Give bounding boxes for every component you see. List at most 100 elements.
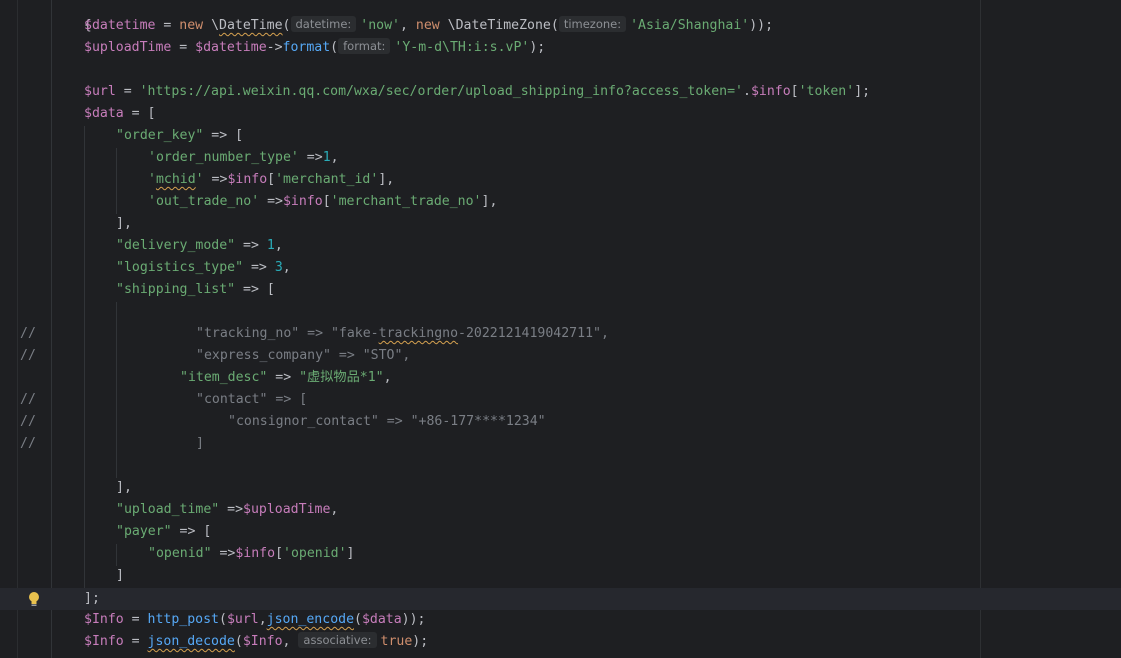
punctuation: ));: [749, 18, 774, 33]
function-name: format: [282, 40, 331, 55]
string-literal: "虚拟物品*1": [299, 370, 384, 385]
variable: $Info: [84, 634, 124, 649]
variable: $url: [84, 84, 116, 99]
operator: =>: [298, 150, 323, 165]
punctuation: ,: [330, 502, 339, 517]
string-literal: 'Y-m-d\TH:i:s.vP': [394, 40, 530, 55]
code-line-comment-express[interactable]: "express_company" => "STO",: [196, 345, 410, 367]
operator: .: [743, 84, 751, 99]
string-literal: "order_key": [116, 128, 204, 143]
code-line-upload-time[interactable]: $uploadTime = $datetime->format(format: '…: [84, 37, 545, 59]
code-line-http-post[interactable]: $Info = http_post($url,json_encode($data…: [84, 609, 426, 631]
variable: $info: [282, 194, 323, 209]
punctuation: [: [322, 194, 331, 209]
code-editor[interactable]: { $datetime = new \DateTime(datetime:'no…: [0, 0, 1121, 658]
code-line-data[interactable]: $data = [: [84, 103, 155, 125]
string-literal: mchid: [155, 172, 196, 187]
code-line-delivery-mode[interactable]: "delivery_mode" => 1,: [116, 235, 283, 257]
variable: $datetime: [84, 18, 156, 33]
param-hint: datetime:: [290, 16, 357, 32]
class-name: \DateTime(: [203, 18, 291, 33]
comment-marker: //: [20, 436, 36, 451]
string-quote: ': [148, 172, 156, 187]
variable: $data: [84, 106, 124, 121]
number-literal: 1: [322, 150, 331, 165]
code-line-openid[interactable]: "openid" =>$info['openid']: [148, 543, 355, 565]
code-line-close[interactable]: ],: [116, 213, 132, 235]
code-line-item-desc[interactable]: "item_desc" => "虚拟物品*1",: [180, 367, 392, 389]
code-line-close[interactable]: ]: [116, 565, 124, 587]
operator: =: [115, 84, 140, 99]
punctuation: ],: [116, 480, 132, 495]
code-line-datetime[interactable]: $datetime = new \DateTime(datetime:'now'…: [84, 15, 773, 37]
class-name: \DateTimeZone(: [439, 18, 559, 33]
variable: $info: [750, 84, 791, 99]
code-line-order-key[interactable]: "order_key" => [: [116, 125, 243, 147]
code-line-logistics-type[interactable]: "logistics_type" => 3,: [116, 257, 291, 279]
comment-text: "contact" => [: [196, 392, 308, 407]
code-line-comment-consignor[interactable]: "consignor_contact" => "+86-177****1234": [228, 411, 546, 433]
operator: =>: [211, 546, 236, 561]
right-margin-guide: [980, 0, 981, 658]
string-literal: 'openid': [283, 546, 347, 561]
comment-text: -2022121419042711",: [458, 326, 609, 341]
punctuation: ,: [282, 260, 291, 275]
string-literal: 'out_trade_no': [148, 194, 260, 209]
current-line-highlight: [0, 588, 1121, 610]
lightbulb-icon[interactable]: [26, 590, 42, 608]
code-line-upload-time-key[interactable]: "upload_time" =>$uploadTime,: [116, 499, 338, 521]
code-line-payer[interactable]: "payer" => [: [116, 521, 211, 543]
function-name: json_encode: [266, 612, 355, 627]
operator: =>: [203, 172, 228, 187]
operator: =>: [235, 238, 267, 253]
code-line-order-number-type[interactable]: 'order_number_type' =>1,: [148, 147, 339, 169]
operator: =: [123, 634, 148, 649]
variable: $url: [226, 612, 259, 627]
punctuation: ];: [854, 84, 871, 99]
code-line[interactable]: {: [52, 0, 92, 33]
indent-guide: [51, 0, 52, 658]
comment-marker: //: [20, 326, 36, 341]
code-line-json-decode[interactable]: $Info = json_decode($Info, associative: t…: [84, 631, 428, 653]
operator: =>: [219, 502, 244, 517]
string-literal: 'merchant_id': [275, 172, 379, 187]
punctuation: ],: [481, 194, 498, 209]
punctuation: [: [790, 84, 799, 99]
operator: ->: [266, 40, 283, 55]
operator: => [: [235, 282, 275, 297]
string-literal: "item_desc": [180, 370, 268, 385]
function-name: json_decode: [147, 634, 235, 649]
variable: $uploadTime: [243, 502, 331, 517]
code-line-shipping-list[interactable]: "shipping_list" => [: [116, 279, 275, 301]
string-literal: 'order_number_type': [148, 150, 299, 165]
code-line-close[interactable]: ],: [116, 477, 132, 499]
code-line-url[interactable]: $url = 'https://api.weixin.qq.com/wxa/se…: [84, 81, 870, 103]
punctuation: [: [275, 546, 284, 561]
operator: =: [171, 40, 196, 55]
separator: ,: [400, 18, 416, 33]
operator: =: [123, 612, 148, 627]
string-quote: ': [195, 172, 204, 187]
variable: $Info: [84, 612, 124, 627]
punctuation: ,: [383, 370, 392, 385]
code-line-close-data[interactable]: ];: [84, 588, 100, 610]
punctuation: (: [330, 40, 339, 55]
operator: =: [155, 18, 180, 33]
variable: $uploadTime: [84, 40, 172, 55]
indent-guide: [116, 302, 117, 478]
punctuation: ],: [116, 216, 132, 231]
operator: = [: [123, 106, 156, 121]
variable: $Info: [242, 634, 283, 649]
code-line-out-trade-no[interactable]: 'out_trade_no' =>$info['merchant_trade_n…: [148, 191, 497, 213]
punctuation: ]: [346, 546, 355, 561]
punctuation: ,: [330, 150, 339, 165]
string-literal: "upload_time": [116, 502, 220, 517]
string-literal: "payer": [116, 524, 172, 539]
code-line-mchid[interactable]: 'mchid' =>$info['merchant_id'],: [148, 169, 394, 191]
punctuation: (: [354, 612, 362, 627]
code-line-comment-close[interactable]: ]: [196, 433, 204, 455]
code-line-comment-contact[interactable]: "contact" => [: [196, 389, 307, 411]
comment-marker: //: [20, 348, 36, 363]
comment-text: "tracking_no" => "fake-: [196, 326, 379, 341]
code-line-comment-tracking[interactable]: "tracking_no" => "fake-trackingno-202212…: [196, 323, 609, 345]
